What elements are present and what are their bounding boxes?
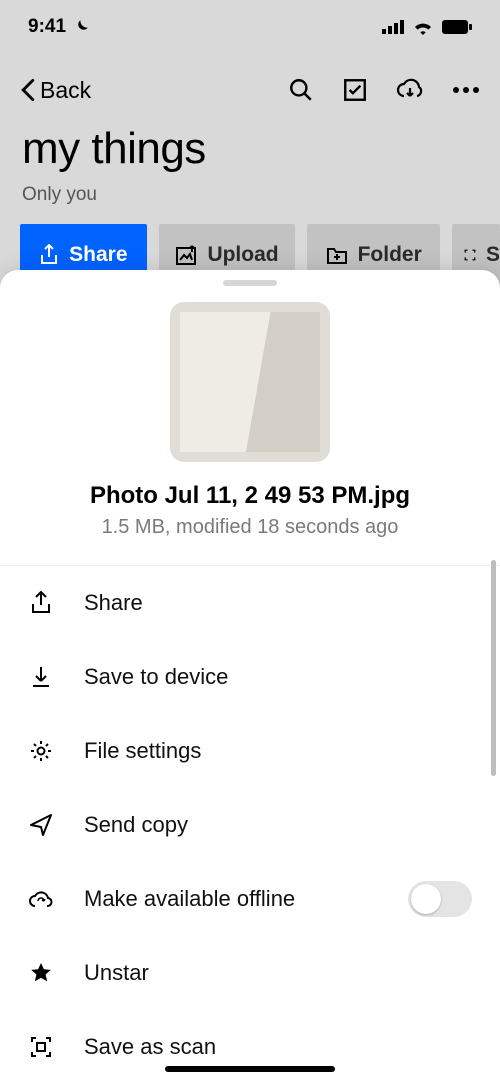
menu-label: Unstar: [84, 960, 149, 986]
scan-corners-icon: [464, 245, 476, 265]
upload-chip-label: Upload: [207, 243, 278, 267]
gear-icon: [28, 739, 54, 763]
menu-label: Send copy: [84, 812, 188, 838]
star-icon: [28, 961, 54, 985]
scroll-indicator: [491, 560, 496, 776]
share-icon: [28, 591, 54, 615]
home-indicator[interactable]: [165, 1066, 335, 1072]
menu-save-to-device[interactable]: Save to device: [0, 640, 500, 714]
page-title: my things: [22, 124, 206, 174]
folder-plus-icon: [326, 245, 348, 265]
menu-file-settings[interactable]: File settings: [0, 714, 500, 788]
file-meta: 1.5 MB, modified 18 seconds ago: [0, 516, 500, 539]
share-chip-label: Share: [69, 243, 127, 267]
scan-icon: [28, 1035, 54, 1059]
share-up-icon: [39, 244, 59, 266]
download-icon: [28, 665, 54, 689]
sheet-grab-handle[interactable]: [223, 280, 277, 286]
scan-chip-label: S: [486, 243, 500, 267]
menu-label: File settings: [84, 738, 201, 764]
menu-label: Share: [84, 590, 143, 616]
menu-label: Save as scan: [84, 1034, 216, 1060]
menu-share[interactable]: Share: [0, 566, 500, 640]
paper-plane-icon: [28, 813, 54, 837]
menu-send-copy[interactable]: Send copy: [0, 788, 500, 862]
wifi-icon: [412, 19, 434, 35]
battery-icon: [442, 20, 472, 34]
image-upload-icon: [175, 244, 197, 266]
back-button[interactable]: Back: [20, 77, 91, 104]
menu-label: Save to device: [84, 664, 228, 690]
menu-unstar[interactable]: Unstar: [0, 936, 500, 1010]
search-icon[interactable]: [288, 77, 314, 103]
status-time: 9:41: [28, 16, 66, 38]
menu-label: Make available offline: [84, 886, 295, 912]
cloud-download-icon[interactable]: [396, 78, 424, 102]
cellular-icon: [382, 20, 404, 34]
offline-toggle[interactable]: [408, 881, 472, 917]
page-subtitle: Only you: [22, 184, 97, 206]
file-actions-menu: Share Save to device File settings Send …: [0, 565, 500, 1080]
folder-chip-label: Folder: [358, 243, 422, 267]
cloud-sync-icon: [28, 888, 54, 910]
select-icon[interactable]: [342, 77, 368, 103]
more-icon[interactable]: [452, 86, 480, 94]
back-label: Back: [40, 77, 91, 104]
file-bottom-sheet: Photo Jul 11, 2 49 53 PM.jpg 1.5 MB, mod…: [0, 270, 500, 1080]
file-thumbnail: [170, 302, 330, 462]
status-bar: 9:41: [0, 0, 500, 54]
moon-icon: [72, 18, 90, 36]
menu-make-offline[interactable]: Make available offline: [0, 862, 500, 936]
chevron-left-icon: [20, 78, 36, 102]
nav-bar: Back: [0, 62, 500, 118]
file-name: Photo Jul 11, 2 49 53 PM.jpg: [0, 482, 500, 510]
